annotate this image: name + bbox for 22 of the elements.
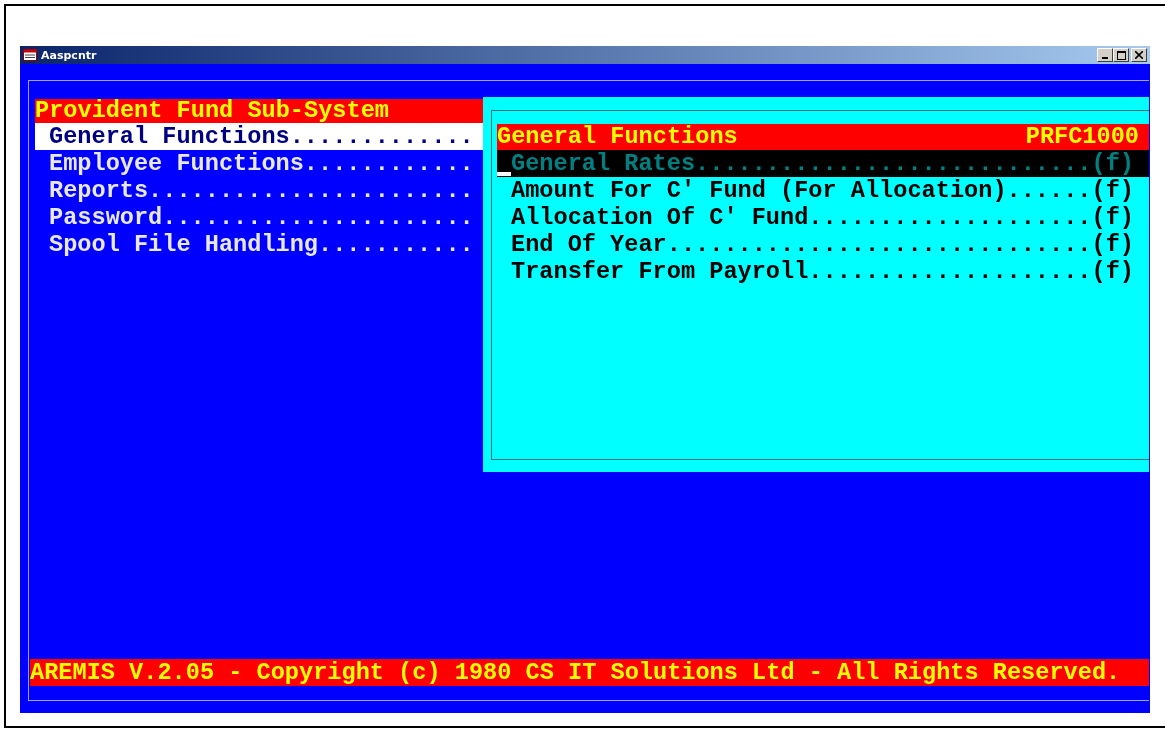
submenu-item[interactable]: Allocation Of C' Fund....................(f): [497, 204, 1149, 231]
status-bar: AREMIS V.2.05 - Copyright (c) 1980 CS IT Solutions Ltd - All Rights Reserved.: [30, 659, 1149, 686]
window-icon: [23, 49, 37, 61]
menu-item[interactable]: Password......................: [35, 204, 483, 231]
maximize-button[interactable]: [1113, 48, 1129, 62]
menu-item[interactable]: General Functions.............: [35, 123, 483, 150]
menu-item[interactable]: Reports.......................: [35, 177, 483, 204]
menu-item[interactable]: Spool File Handling...........: [35, 231, 483, 258]
menu-item[interactable]: Employee Functions............: [35, 150, 483, 177]
submenu-title: General Functions: [497, 124, 738, 150]
submenu-item[interactable]: General Rates............................(f): [497, 150, 1149, 177]
close-icon: [1135, 51, 1143, 59]
maximize-icon: [1116, 50, 1126, 60]
submenu-item[interactable]: Transfer From Payroll....................(f): [497, 258, 1149, 285]
minimize-button[interactable]: [1097, 48, 1113, 62]
menu-title: Provident Fund Sub-System: [35, 99, 483, 123]
close-button[interactable]: [1131, 48, 1147, 62]
window-title: Aaspcntr: [41, 48, 97, 62]
text-cursor: [497, 172, 511, 176]
submenu-item[interactable]: End Of Year..............................(f): [497, 231, 1149, 258]
submenu-item[interactable]: Amount For C' Fund (For Allocation)......(f): [497, 177, 1149, 204]
program-code: PRFC1000: [1025, 124, 1139, 150]
